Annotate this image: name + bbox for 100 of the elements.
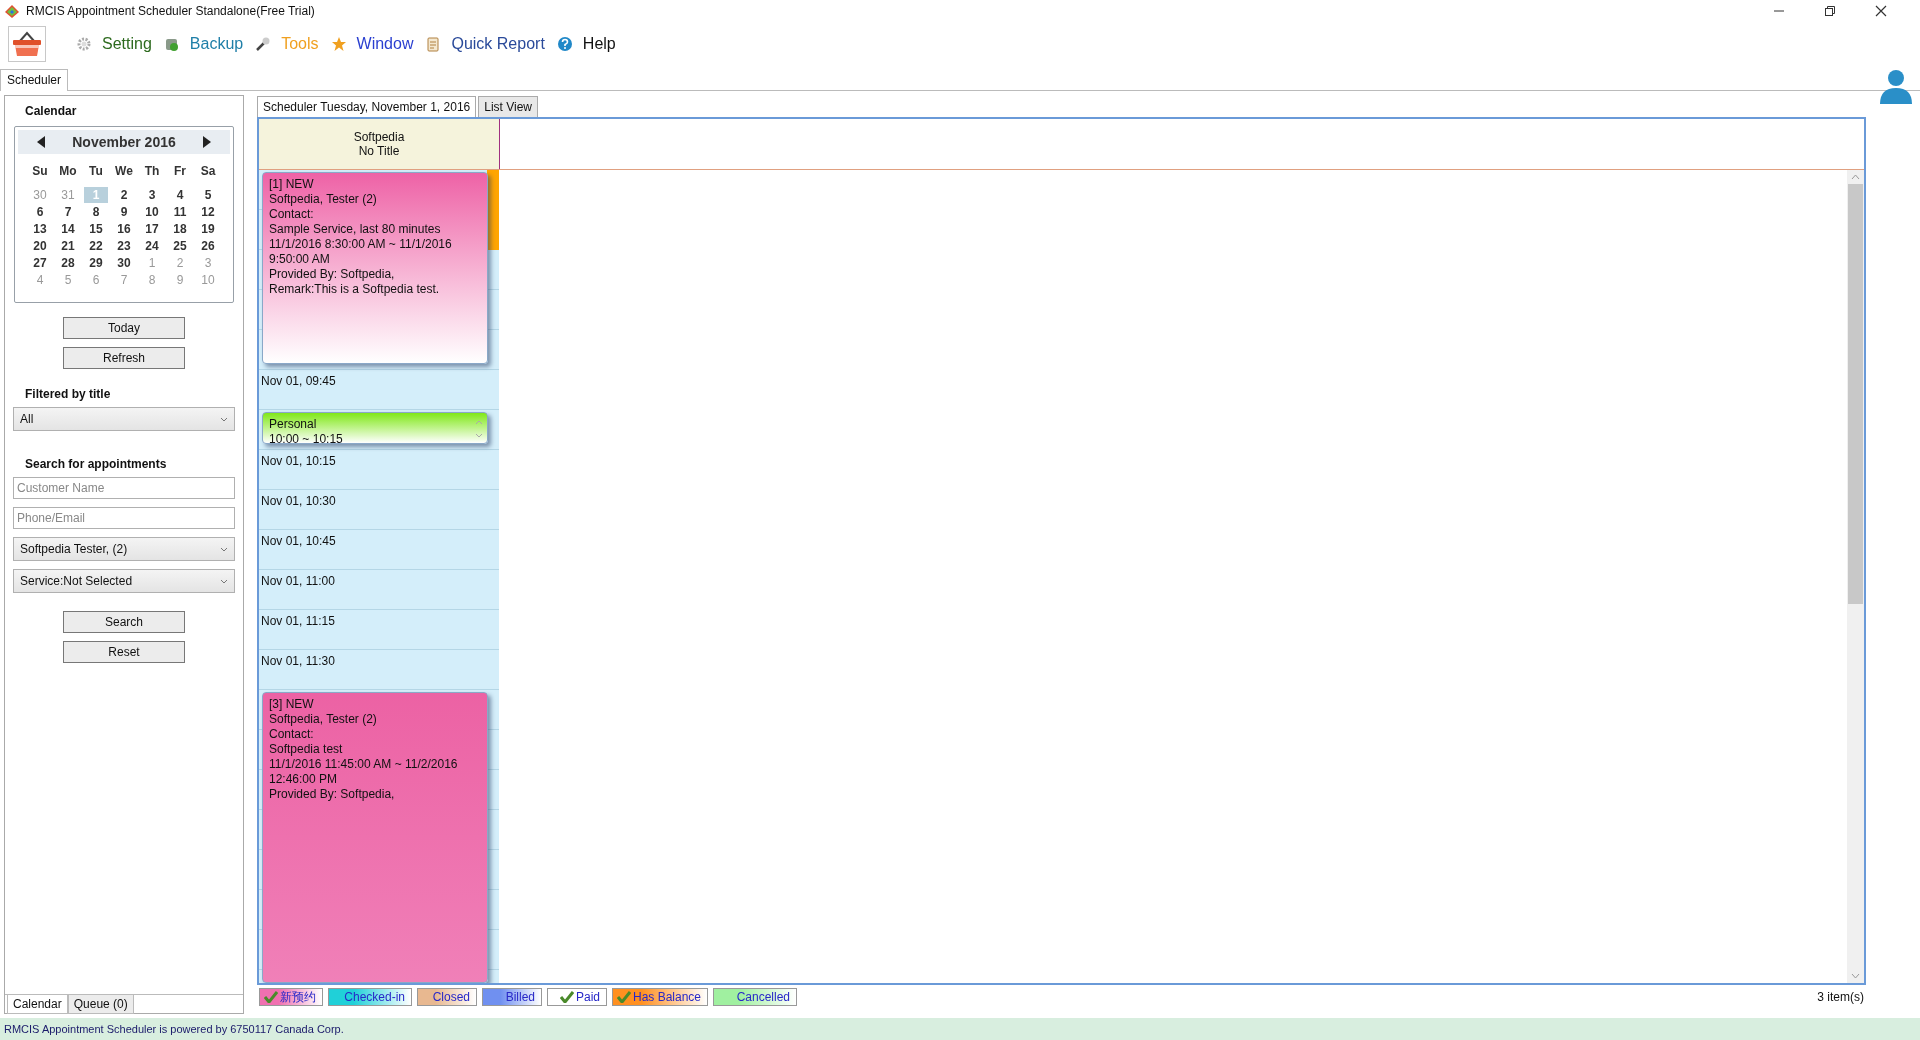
home-button[interactable] xyxy=(8,26,46,62)
scheduler-tab[interactable]: Scheduler xyxy=(0,69,69,91)
calendar-day[interactable]: 28 xyxy=(56,255,80,271)
filter-label: Filtered by title xyxy=(24,386,112,403)
item-count: 3 item(s) xyxy=(1817,990,1865,1004)
search-label: Search for appointments xyxy=(24,456,168,473)
calendar-day[interactable]: 22 xyxy=(84,238,108,254)
weekday-label: Tu xyxy=(88,163,104,180)
check-icon xyxy=(264,991,278,1003)
calendar-day[interactable]: 26 xyxy=(196,238,220,254)
status-legend-item[interactable]: Has Balance xyxy=(612,988,709,1006)
weekday-label: We xyxy=(114,163,134,180)
scroll-thumb[interactable] xyxy=(1848,184,1863,604)
panel-tab[interactable]: Queue (0) xyxy=(67,995,134,1014)
scroll-up-icon xyxy=(1851,174,1860,180)
appointment-card[interactable]: [1] NEW Softpedia, Tester (2) Contact: Sample Service, last 80 minutes 11/1/2016 8:30:00 AM ~ 11/1/2016 9:50:00 AM Provided By: Softpedia, Remark:This is a Softpedia test. xyxy=(262,172,488,364)
menu-item[interactable]: Help xyxy=(582,35,616,53)
menu-item[interactable]: Setting xyxy=(102,35,152,53)
panel-tab[interactable]: Calendar xyxy=(7,995,68,1014)
calendar-day[interactable]: 18 xyxy=(168,221,192,237)
calendar-day[interactable]: 13 xyxy=(28,221,52,237)
resource-name: Softpedia xyxy=(353,130,405,144)
appointment-text: [3] NEW Softpedia, Tester (2) Contact: Softpedia test 11/1/2016 11:45:00 AM ~ 11/2/2016 12:46:00 PM Provided By: Softpedia, xyxy=(269,697,458,802)
menu-item[interactable]: Quick Report xyxy=(451,35,545,53)
appointment-text: Personal 10:00 ~ 10:15 xyxy=(269,417,343,443)
view-tab[interactable]: List View xyxy=(478,96,539,117)
today-button[interactable]: Today xyxy=(63,317,185,339)
calendar-day[interactable]: 11 xyxy=(168,204,192,220)
calendar-day[interactable]: 16 xyxy=(112,221,136,237)
check-icon xyxy=(559,991,574,1003)
calendar-day[interactable]: 4 xyxy=(168,187,192,203)
time-label: Nov 01, 10:45 xyxy=(260,533,337,550)
calendar-day[interactable]: 17 xyxy=(140,221,164,237)
status-legend-item[interactable]: 新预约 xyxy=(259,988,323,1006)
title-filter-dropdown[interactable]: All xyxy=(13,407,235,431)
scrollbar[interactable] xyxy=(1847,170,1864,983)
calendar-day[interactable]: 7 xyxy=(56,204,80,220)
calendar-day[interactable]: 29 xyxy=(84,255,108,271)
basket-icon xyxy=(12,31,42,57)
weekday-label: Su xyxy=(31,163,49,180)
time-label: Nov 01, 11:00 xyxy=(260,573,336,590)
next-month-icon xyxy=(202,136,212,148)
calendar-day[interactable]: 24 xyxy=(140,238,164,254)
calendar-day[interactable]: 5 xyxy=(196,187,220,203)
calendar-day[interactable]: 8 xyxy=(84,204,108,220)
menu-item[interactable]: Backup xyxy=(189,35,244,53)
user-icon xyxy=(1878,68,1914,104)
search-button[interactable]: Search xyxy=(63,611,185,633)
calendar-day[interactable]: 20 xyxy=(28,238,52,254)
customer-name-field[interactable]: Customer Name xyxy=(13,477,235,499)
calendar-day[interactable]: 27 xyxy=(28,255,52,271)
calendar-day[interactable]: 21 xyxy=(56,238,80,254)
chevron-down-icon xyxy=(220,546,228,552)
restore-icon xyxy=(1824,5,1836,17)
reset-button[interactable]: Reset xyxy=(63,641,185,663)
refresh-button[interactable]: Refresh xyxy=(63,347,185,369)
view-tab[interactable]: Scheduler Tuesday, November 1, 2016 xyxy=(257,96,477,117)
staff-dropdown[interactable]: Softpedia Tester, (2) xyxy=(13,537,235,561)
calendar-day[interactable]: 14 xyxy=(56,221,80,237)
status-legend-item[interactable]: Cancelled xyxy=(713,988,798,1006)
calendar-day[interactable]: 15 xyxy=(84,221,108,237)
calendar-day[interactable]: 23 xyxy=(112,238,136,254)
app-icon xyxy=(4,3,20,19)
calendar-day[interactable]: 6 xyxy=(28,204,52,220)
status-legend-item[interactable]: Closed xyxy=(417,988,477,1006)
calendar-day[interactable]: 10 xyxy=(140,204,164,220)
time-label: Nov 01, 11:15 xyxy=(260,613,336,630)
section-heading: Calendar xyxy=(24,104,78,120)
calendar-day[interactable]: 25 xyxy=(168,238,192,254)
calendar-day[interactable]: 12 xyxy=(196,204,220,220)
appointment-card[interactable]: [3] NEW Softpedia, Tester (2) Contact: Softpedia test 11/1/2016 11:45:00 AM ~ 11/2/2016 12:46:00 PM Provided By: Softpedia, xyxy=(262,692,488,983)
check-icon xyxy=(617,991,631,1003)
gear-icon xyxy=(76,36,92,52)
weekday-label: Th xyxy=(143,163,161,180)
menu-item[interactable]: Window xyxy=(356,35,414,53)
appointment-card[interactable]: Personal 10:00 ~ 10:15 xyxy=(262,412,488,444)
weekday-label: Fr xyxy=(173,163,187,180)
calendar-day[interactable]: 2 xyxy=(112,187,136,203)
appointment-text: [1] NEW Softpedia, Tester (2) Contact: Sample Service, last 80 minutes 11/1/2016 8:30:00 AM ~ 11/1/2016 9:50:00 AM Provided By: Softpedia, Remark:This is a Softpedia test. xyxy=(269,177,452,297)
calendar-day[interactable]: 19 xyxy=(196,221,220,237)
scroll-arrows-icon xyxy=(475,419,483,439)
chevron-down-icon xyxy=(220,578,228,584)
time-label: Nov 01, 09:45 xyxy=(260,373,337,390)
wrench-icon xyxy=(255,36,272,52)
star-icon xyxy=(330,36,347,52)
calendar-day[interactable]: 9 xyxy=(112,204,136,220)
service-dropdown[interactable]: Service:Not Selected xyxy=(13,569,235,593)
calendar-day[interactable]: 30 xyxy=(112,255,136,271)
status-legend-item[interactable]: Paid xyxy=(547,988,607,1006)
time-label: Nov 01, 11:30 xyxy=(260,653,336,670)
time-label: Nov 01, 10:15 xyxy=(260,453,337,470)
clipboard-icon xyxy=(425,36,442,52)
weekday-label: Mo xyxy=(58,163,78,180)
previous-month-icon xyxy=(36,136,46,148)
status-legend-item[interactable]: Billed xyxy=(482,988,542,1006)
phone-email-field[interactable]: Phone/Email xyxy=(13,507,235,529)
time-label: Nov 01, 10:30 xyxy=(260,493,337,510)
calendar-day[interactable]: 3 xyxy=(140,187,164,203)
weekday-label: Sa xyxy=(199,163,217,180)
window-title: RMCIS Appointment Scheduler Standalone(Free Trial) xyxy=(26,4,315,18)
